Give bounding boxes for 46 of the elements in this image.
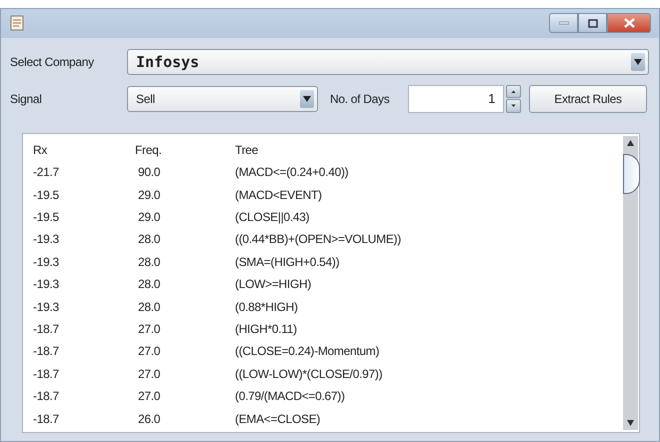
table-cell-text: -19.3 [33, 231, 60, 248]
table-cell-text: -18.7 [33, 388, 60, 406]
table-cell-text: (MACD<=(0.24+0.40)) [234, 164, 350, 182]
table-cell-text: 28.0 [137, 298, 162, 316]
extract-rules-button[interactable]: Extract Rules [529, 84, 647, 113]
table-cell-text: -19.5 [33, 186, 60, 204]
table-cell-text: (0.88*HIGH) [234, 298, 299, 316]
table-cell-text: -18.7 [33, 321, 60, 338]
signal-label: Signal [10, 92, 43, 106]
table-cell-text: ((CLOSE=0.24)-Momentum) [234, 343, 380, 360]
table-cell-text: -18.7 [33, 343, 60, 360]
table-cell-text: (0.79/(MACD<=0.67)) [234, 388, 346, 406]
signal-dropdown[interactable]: Sell [127, 86, 318, 112]
table-cell-text: -19.3 [33, 254, 60, 271]
company-dropdown[interactable]: Infosys [127, 48, 649, 75]
table-cell-text: -21.7 [33, 164, 60, 182]
table-cell-text: -19.5 [33, 209, 60, 226]
table-cell-text: 90.0 [137, 164, 162, 182]
table-cell-text: (EMA<=CLOSE) [234, 410, 322, 428]
table-cell-text: 28.0 [137, 254, 162, 271]
table-cell-text: (SMA=(HIGH+0.54)) [234, 254, 340, 271]
table-cell-text: 27.0 [137, 366, 162, 383]
table-cell-text: -18.7 [33, 410, 60, 428]
column-header: Rx [33, 142, 48, 159]
days-label: No. of Days [330, 92, 390, 106]
table-cell-text: 27.0 [137, 343, 162, 360]
table-cell-text: 27.0 [137, 321, 162, 338]
days-field[interactable]: 1 [408, 84, 504, 113]
table-cell-text: (MACD<EVENT) [234, 186, 323, 204]
column-header: Freq. [135, 142, 163, 159]
table-cell-text: (LOW>=HIGH) [234, 276, 312, 294]
table-cell-text: -19.3 [33, 276, 60, 294]
table-cell-text: 28.0 [137, 276, 162, 294]
table-cell-text: 29.0 [137, 209, 162, 226]
table-cell-text: 28.0 [137, 231, 162, 248]
table-cell-text: 29.0 [137, 186, 162, 204]
table-cell-text: (HIGH*0.11) [234, 321, 298, 338]
table-cell-text: (CLOSE||0.43) [234, 209, 310, 226]
column-header: Tree [234, 142, 260, 159]
table-cell-text: 27.0 [137, 388, 162, 406]
table-cell-text: ((0.44*BB)+(OPEN>=VOLUME)) [234, 231, 402, 248]
table-cell-text: -18.7 [33, 366, 60, 383]
table-cell-text: -19.3 [33, 298, 60, 316]
company-label: Select Company [10, 54, 95, 69]
table-cell-text: 26.0 [137, 410, 162, 428]
table-cell-text: ((LOW-LOW)*(CLOSE/0.97)) [234, 366, 384, 383]
